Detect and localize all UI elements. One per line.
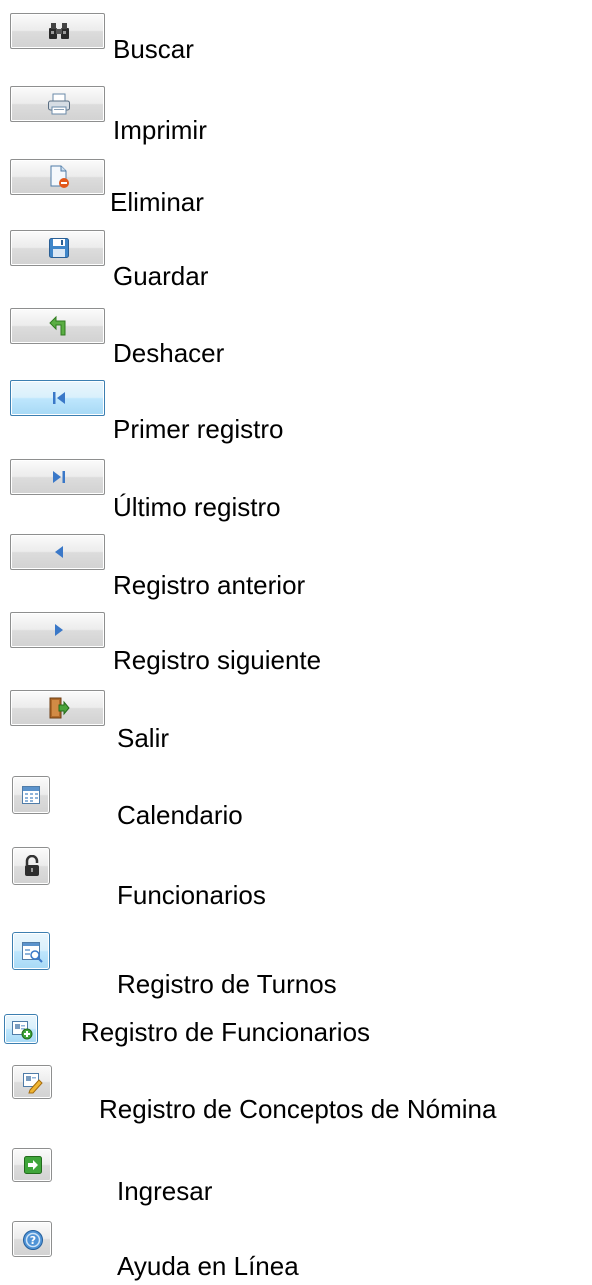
- delete-document-icon: [50, 165, 69, 188]
- first-record-button[interactable]: [10, 380, 105, 416]
- staff-button[interactable]: [12, 847, 50, 885]
- list-item-registro-de-turnos: Registro de Turnos: [0, 909, 592, 999]
- item-label: Ayuda en Línea: [117, 1251, 299, 1281]
- search-button[interactable]: [10, 13, 105, 49]
- list-item-primer-registro: Primer registro: [0, 373, 592, 445]
- calendar-icon: [22, 786, 40, 804]
- add-user-card-icon: [12, 1021, 33, 1040]
- delete-button[interactable]: [10, 159, 105, 195]
- item-label: Buscar: [113, 34, 194, 64]
- list-item-funcionarios: Funcionarios: [0, 825, 592, 910]
- list-item-deshacer: Deshacer: [0, 301, 592, 373]
- list-item-imprimir: Imprimir: [0, 85, 592, 157]
- item-label: Eliminar: [110, 187, 204, 217]
- payroll-concepts-button[interactable]: [12, 1065, 52, 1099]
- staff-register-button[interactable]: [4, 1014, 38, 1044]
- form-search-icon: [22, 942, 43, 963]
- next-record-button[interactable]: [10, 612, 105, 648]
- calendar-button[interactable]: [12, 776, 50, 814]
- last-record-icon: [53, 471, 65, 483]
- list-item-registro-de-funcionarios: Registro de Funcionarios: [0, 993, 592, 1053]
- undo-button[interactable]: [10, 308, 105, 344]
- list-item-calendario: Calendario: [0, 733, 592, 830]
- list-item-guardar: Guardar: [0, 229, 592, 301]
- list-item-ayuda-en-linea: ? Ayuda en Línea: [0, 1209, 592, 1285]
- list-item-registro-de-conceptos-de-nomina: Registro de Conceptos de Nómina: [0, 1053, 592, 1133]
- exit-button[interactable]: [10, 690, 105, 726]
- padlock-icon: [25, 855, 39, 876]
- item-label: Funcionarios: [117, 880, 266, 910]
- binoculars-icon: [49, 23, 69, 39]
- floppy-disk-icon: [49, 238, 69, 258]
- online-help-button[interactable]: ?: [12, 1221, 52, 1257]
- exit-door-icon: [49, 697, 70, 719]
- enter-arrow-icon: [24, 1156, 42, 1174]
- save-button[interactable]: [10, 230, 105, 266]
- item-label: Registro de Conceptos de Nómina: [99, 1094, 497, 1124]
- help-icon: ?: [23, 1230, 43, 1250]
- edit-card-icon: [23, 1073, 43, 1094]
- item-label: Deshacer: [113, 338, 225, 368]
- last-record-button[interactable]: [10, 459, 105, 495]
- list-item-registro-siguiente: Registro siguiente: [0, 589, 592, 675]
- list-item-registro-anterior: Registro anterior: [0, 517, 592, 600]
- list-item-ultimo-registro: Último registro: [0, 445, 592, 522]
- previous-record-icon: [55, 546, 63, 558]
- first-record-icon: [53, 392, 65, 404]
- shifts-register-button[interactable]: [12, 932, 50, 970]
- item-label: Ingresar: [117, 1176, 213, 1206]
- item-label: Registro de Funcionarios: [81, 1017, 371, 1047]
- item-label: Primer registro: [113, 414, 284, 444]
- printer-icon: [48, 93, 70, 115]
- item-label: Imprimir: [113, 115, 207, 145]
- print-button[interactable]: [10, 86, 105, 122]
- login-button[interactable]: [12, 1148, 52, 1182]
- list-item-salir: Salir: [0, 661, 592, 753]
- list-item-buscar: Buscar: [0, 0, 592, 72]
- list-item-ingresar: Ingresar: [0, 1133, 592, 1209]
- undo-arrow-icon: [49, 315, 66, 336]
- list-item-eliminar: Eliminar: [0, 157, 592, 229]
- previous-record-button[interactable]: [10, 534, 105, 570]
- item-label: Guardar: [113, 261, 209, 291]
- svg-text:?: ?: [30, 1234, 36, 1247]
- next-record-icon: [55, 624, 63, 636]
